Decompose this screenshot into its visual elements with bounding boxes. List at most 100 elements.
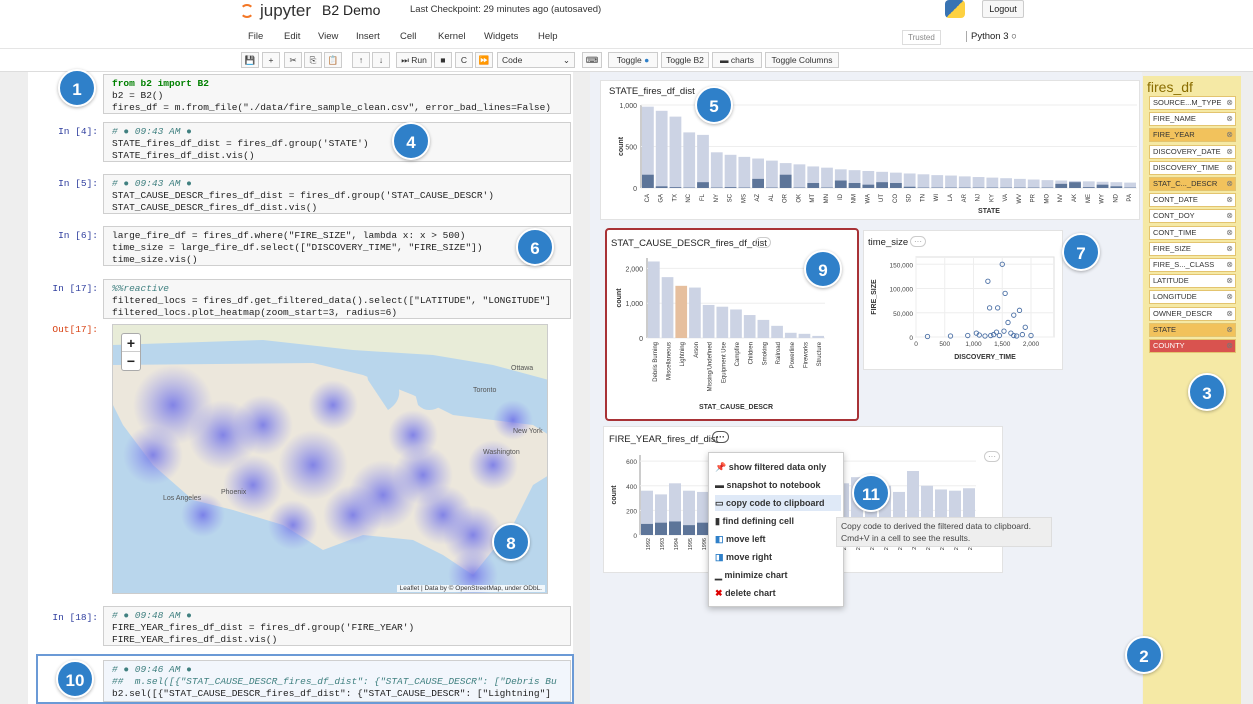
menu-view[interactable]: View <box>318 31 338 42</box>
paste-icon[interactable]: 📋 <box>324 52 342 68</box>
code-cell-large-fire[interactable]: large_fire_df = fires_df.where("FIRE_SIZ… <box>103 226 571 266</box>
code-cell-selection[interactable]: # ● 09:46 AM ● ## m.sel([{"STAT_CAUSE_DE… <box>103 660 571 702</box>
field-item[interactable]: OWNER_DESCR ⊗ <box>1149 306 1236 321</box>
menu-edit[interactable]: Edit <box>284 31 300 42</box>
field-item[interactable]: FIRE_S..._CLASS ⊗ <box>1149 258 1236 272</box>
remove-field-icon[interactable]: ⊗ <box>1226 194 1233 206</box>
code-cell-reactive[interactable]: %%reactive filtered_locs = fires_df.get_… <box>103 279 571 319</box>
bar-filtered <box>641 523 653 535</box>
field-item[interactable]: COUNTY ⊗ <box>1149 339 1236 353</box>
field-item[interactable]: FIRE_NAME ⊗ <box>1149 112 1236 127</box>
field-item[interactable]: STATE ⊗ <box>1149 322 1236 337</box>
zoom-in-button[interactable]: + <box>122 334 140 352</box>
city-label: Los Angeles <box>163 495 202 502</box>
zoom-out-button[interactable]: − <box>122 352 140 370</box>
field-item[interactable]: STAT_C..._DESCR ⊗ <box>1149 177 1236 191</box>
menu-item-minimize[interactable]: ▁ minimize chart <box>715 567 841 583</box>
remove-field-icon[interactable]: ⊗ <box>1226 340 1233 352</box>
toggle-columns-button[interactable]: Toggle Columns <box>765 52 839 68</box>
chart-card-time-size[interactable]: time_size ··· 150,000 100,000 50,000 0 0 500 1… <box>863 230 1063 370</box>
cell-type-select[interactable]: Code ⌄ <box>497 52 575 68</box>
menu-insert[interactable]: Insert <box>356 31 380 42</box>
field-item[interactable]: LONGITUDE ⊗ <box>1149 290 1236 305</box>
heatmap-map[interactable]: + − Ottawa Toronto New York Washington L… <box>112 324 548 594</box>
field-item[interactable]: SOURCE...M_TYPE ⊗ <box>1149 96 1236 110</box>
map-attribution[interactable]: Leaflet | Data by © OpenStreetMap, under… <box>396 585 545 592</box>
chart-card-state[interactable]: STATE_fires_df_dist 1,000 500 0 CA GA TX NC FL N… <box>600 80 1140 220</box>
pin-icon: 📌 <box>715 462 727 472</box>
remove-field-icon[interactable]: ⊗ <box>1226 178 1233 190</box>
remove-field-icon[interactable]: ⊗ <box>1226 210 1233 222</box>
code-cell-import[interactable]: from b2 import B2 b2 = B2() fires_df = m… <box>103 74 571 114</box>
bar-all <box>724 154 737 188</box>
code-cell-state[interactable]: # ● 09:43 AM ● STATE_fires_df_dist = fir… <box>103 122 571 162</box>
move-up-icon[interactable]: ↑ <box>352 52 370 68</box>
toggle-button[interactable]: Toggle ● <box>608 52 658 68</box>
copy-icon[interactable]: ⎘ <box>304 52 322 68</box>
move-right-icon: ◨ <box>715 552 724 562</box>
jupyter-logo[interactable]: jupyter <box>240 0 311 22</box>
add-cell-icon[interactable]: + <box>262 52 280 68</box>
logout-button[interactable]: Logout <box>982 0 1024 18</box>
remove-field-icon[interactable]: ⊗ <box>1226 162 1233 174</box>
move-down-icon[interactable]: ↓ <box>372 52 390 68</box>
checkpoint-status: Last Checkpoint: 29 minutes ago (autosav… <box>410 4 602 15</box>
field-item[interactable]: DISCOVERY_DATE ⊗ <box>1149 144 1236 159</box>
remove-field-icon[interactable]: ⊗ <box>1226 324 1233 336</box>
cell-meta: # ● 09:48 AM ● <box>112 610 192 621</box>
menu-help[interactable]: Help <box>538 31 558 42</box>
x-tick-label: Debris Burning <box>653 342 659 382</box>
remove-field-icon[interactable]: ⊗ <box>1226 259 1233 271</box>
charts-button[interactable]: ▬ charts <box>712 52 762 68</box>
menu-kernel[interactable]: Kernel <box>438 31 465 42</box>
menu-file[interactable]: File <box>248 31 263 42</box>
menu-item-show-filtered[interactable]: 📌 show filtered data only <box>715 459 841 475</box>
fast-forward-icon[interactable]: ⏩ <box>475 52 493 68</box>
remove-field-icon[interactable]: ⊗ <box>1226 113 1233 125</box>
city-label: New York <box>513 428 543 435</box>
annotation-badge: 8 <box>492 523 530 561</box>
remove-field-icon[interactable]: ⊗ <box>1226 243 1233 255</box>
field-item[interactable]: FIRE_SIZE ⊗ <box>1149 241 1236 256</box>
run-button[interactable]: ⏭ Run <box>396 52 432 68</box>
keyboard-icon[interactable]: ⌨ <box>582 52 602 68</box>
field-item[interactable]: LATITUDE ⊗ <box>1149 274 1236 289</box>
save-icon[interactable]: 💾 <box>241 52 259 68</box>
menu-cell[interactable]: Cell <box>400 31 416 42</box>
stop-icon[interactable]: ■ <box>434 52 452 68</box>
menu-item-find-cell[interactable]: ▮ find defining cell <box>715 513 841 529</box>
toggle-b2-button[interactable]: Toggle B2 <box>661 52 709 68</box>
field-item[interactable]: CONT_TIME ⊗ <box>1149 225 1236 240</box>
field-item[interactable]: FIRE_YEAR ⊗ <box>1149 128 1236 143</box>
x-axis-title: STATE <box>978 208 1000 215</box>
remove-field-icon[interactable]: ⊗ <box>1226 308 1233 320</box>
x-tick-label: MN <box>824 194 830 203</box>
menu-item-delete[interactable]: ✖ delete chart <box>715 585 841 601</box>
remove-field-icon[interactable]: ⊗ <box>1226 227 1233 239</box>
tick-label: 0 <box>633 533 637 540</box>
field-item[interactable]: CONT_DOY ⊗ <box>1149 209 1236 224</box>
remove-field-icon[interactable]: ⊗ <box>1226 97 1233 109</box>
remove-field-icon[interactable]: ⊗ <box>1226 129 1233 141</box>
bar-all <box>986 177 999 188</box>
remove-field-icon[interactable]: ⊗ <box>1226 146 1233 158</box>
remove-field-icon[interactable]: ⊗ <box>1226 291 1233 303</box>
field-item[interactable]: DISCOVERY_TIME ⊗ <box>1149 160 1236 175</box>
y-axis-title: FIRE_SIZE <box>871 279 878 315</box>
menu-widgets[interactable]: Widgets <box>484 31 518 42</box>
bar <box>798 333 811 338</box>
code-cell-fire-year[interactable]: # ● 09:48 AM ● FIRE_YEAR_fires_df_dist =… <box>103 606 571 646</box>
menu-item-move-right[interactable]: ◨ move right <box>715 549 841 565</box>
scatter-point <box>1016 307 1023 313</box>
menu-item-move-left[interactable]: ◧ move left <box>715 531 841 547</box>
field-item[interactable]: CONT_DATE ⊗ <box>1149 193 1236 208</box>
x-tick-label: UT <box>879 194 885 202</box>
remove-field-icon[interactable]: ⊗ <box>1226 275 1233 287</box>
trusted-indicator[interactable]: Trusted <box>902 30 941 45</box>
menu-item-snapshot[interactable]: ▬ snapshot to notebook <box>715 477 841 493</box>
code-cell-cause[interactable]: # ● 09:43 AM ● STAT_CAUSE_DESCR_fires_df… <box>103 174 571 214</box>
menu-item-copy-code[interactable]: ▭ copy code to clipboard <box>715 495 841 511</box>
restart-icon[interactable]: C <box>455 52 473 68</box>
cut-icon[interactable]: ✂ <box>284 52 302 68</box>
notebook-title[interactable]: B2 Demo <box>322 2 380 18</box>
